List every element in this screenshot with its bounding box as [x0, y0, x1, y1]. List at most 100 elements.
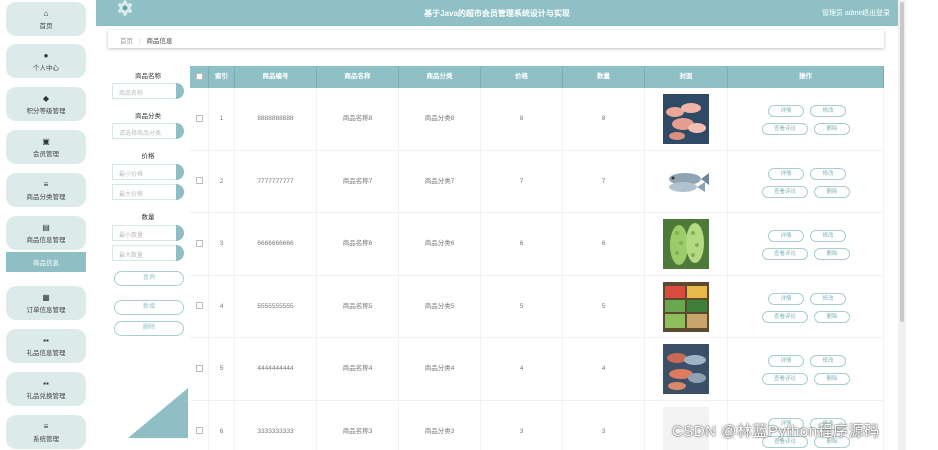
row-checkbox-cell[interactable]	[190, 150, 209, 213]
detail-button[interactable]: 详情	[768, 105, 804, 117]
row-checkbox[interactable]	[195, 239, 203, 247]
edit-button[interactable]: 修改	[810, 292, 846, 305]
system-icon: ≡	[43, 421, 49, 431]
breadcrumb-home[interactable]: 首页	[120, 38, 133, 45]
edit-button[interactable]: 修改	[810, 230, 846, 242]
edit-button[interactable]: 修改	[810, 355, 846, 367]
cell-name: 商品名称6	[317, 213, 399, 275]
cell-cover	[645, 338, 728, 400]
sidebar-item-7[interactable]: ▪▪ 礼品信息管理	[6, 329, 86, 363]
row-checkbox-cell[interactable]	[190, 213, 209, 275]
cell-index: 4	[209, 275, 235, 338]
page-title: 基于Java的超市会员管理系统设计与实现	[424, 9, 570, 18]
scrollbar-thumb[interactable]	[900, 2, 904, 322]
cell-price: 4	[481, 338, 563, 400]
cell-code: 4444444444	[235, 338, 317, 400]
row-checkbox[interactable]	[195, 302, 203, 310]
max-price-input[interactable]: 最大价格	[112, 184, 184, 200]
query-button[interactable]: 查询	[114, 271, 184, 286]
user-icon: ●	[43, 50, 49, 60]
sidebar-item-3[interactable]: ▣ 会员管理	[6, 130, 86, 164]
cell-code: 6666666666	[235, 213, 317, 275]
logout-link[interactable]: 退出登录	[862, 8, 890, 18]
app-root: ⌂ 首页 ● 个人中心 ◆ 积分等级管理 ▣ 会员管理 ≡ 商品分类管理 ▤ 商品信息管理 ▦ 订单信息管…	[0, 0, 938, 450]
cover-image-shrimp	[663, 94, 709, 144]
cell-qty: 7	[563, 150, 645, 213]
sidebar-item-label: 首页	[39, 22, 53, 30]
category-select[interactable]: 请选择商品分类	[112, 123, 184, 139]
edit-button[interactable]: 修改	[810, 167, 846, 180]
cell-category: 商品分类4	[399, 338, 481, 400]
sidebar-item-8[interactable]: ▪▪ 礼品兑换管理	[6, 372, 86, 406]
row-checkbox[interactable]	[195, 177, 203, 185]
comments-button[interactable]: 查看评论	[762, 185, 808, 198]
row-checkbox-cell[interactable]	[190, 400, 209, 450]
comments-button[interactable]: 查看评论	[762, 373, 808, 385]
cell-price: 3	[481, 400, 563, 450]
column-header: 商品分类	[399, 66, 481, 88]
name-input[interactable]: 商品名称	[112, 83, 184, 99]
sidebar-item-5[interactable]: ▤ 商品信息管理	[6, 216, 86, 250]
max-qty-input[interactable]: 最大数量	[112, 245, 184, 261]
row-checkbox-cell[interactable]	[190, 338, 209, 400]
sidebar: ⌂ 首页 ● 个人中心 ◆ 积分等级管理 ▣ 会员管理 ≡ 商品分类管理 ▤ 商品信息管理 ▦ 订单信息管…	[0, 0, 96, 450]
cover-image-seafood	[663, 344, 709, 394]
sidebar-item-6[interactable]: ▦ 订单信息管理	[6, 286, 86, 320]
row-checkbox[interactable]	[195, 427, 203, 435]
detail-button[interactable]: 详情	[768, 355, 804, 367]
sidebar-item-label: 商品信息管理	[26, 236, 66, 244]
cell-cover	[645, 213, 728, 275]
column-header: 价格	[481, 66, 563, 88]
breadcrumb: 首页 / 商品信息	[108, 30, 884, 48]
cell-category: 商品分类6	[399, 213, 481, 275]
select-all-checkbox[interactable]	[190, 66, 209, 88]
row-checkbox-cell[interactable]	[190, 88, 209, 150]
sidebar-item-label: 礼品信息管理	[26, 349, 66, 357]
sidebar-item-9[interactable]: ≡ 系统管理	[6, 415, 86, 449]
row-checkbox[interactable]	[195, 364, 203, 372]
sidebar-item-4[interactable]: ≡ 商品分类管理	[6, 173, 86, 207]
gift-icon: ▪▪	[43, 335, 49, 345]
qty-label: 数量	[141, 214, 155, 221]
table-row: 4 5555555555 商品名称5 商品分类5 5 5 详情 修改 查看评论 删除	[190, 275, 884, 338]
row-checkbox[interactable]	[195, 114, 203, 122]
detail-button[interactable]: 详情	[768, 230, 804, 242]
table-body: 1 8888888888 商品名称8 商品分类8 8 8 详情 修改 查看评论 删除 2 777777…	[190, 88, 884, 450]
cover-image-vegetables	[663, 281, 709, 332]
cell-qty: 5	[563, 275, 645, 338]
detail-button[interactable]: 详情	[768, 292, 804, 305]
sidebar-sub-goods-info[interactable]: 商品信息	[6, 252, 86, 272]
cell-actions: 详情 修改 查看评论 删除	[728, 150, 884, 213]
sidebar-item-0[interactable]: ⌂ 首页	[6, 2, 86, 36]
name-label: 商品名称	[135, 73, 161, 80]
detail-button[interactable]: 详情	[768, 167, 804, 180]
min-qty-input[interactable]: 最小数量	[112, 225, 184, 241]
delete-button[interactable]: 删除	[814, 123, 850, 135]
checkbox-box[interactable]	[195, 72, 203, 80]
table-row: 3 6666666666 商品名称6 商品分类6 6 6 详情 修改 查看评论 删除	[190, 213, 884, 276]
comments-button[interactable]: 查看评论	[762, 310, 808, 323]
points-icon: ◆	[42, 93, 50, 103]
delete-button[interactable]: 删除	[814, 373, 850, 385]
sidebar-item-2[interactable]: ◆ 积分等级管理	[6, 87, 86, 121]
comments-button[interactable]: 查看评论	[762, 123, 808, 135]
row-checkbox-cell[interactable]	[190, 275, 209, 338]
cell-price: 7	[481, 150, 563, 213]
sidebar-item-1[interactable]: ● 个人中心	[6, 44, 86, 78]
add-button[interactable]: 新增	[114, 300, 184, 315]
top-header: 基于Java的超市会员管理系统设计与实现 管理员 admin 退出登录	[96, 0, 898, 26]
cell-price: 8	[481, 88, 563, 150]
exchange-icon: ▪▪	[43, 378, 49, 388]
page-scrollbar[interactable]	[898, 0, 906, 450]
delete-button[interactable]: 删除	[114, 321, 184, 336]
edit-button[interactable]: 修改	[810, 105, 846, 117]
cell-actions: 详情 修改 查看评论 删除	[728, 88, 884, 150]
sidebar-item-label: 会员管理	[33, 150, 59, 158]
min-price-input[interactable]: 最小价格	[112, 164, 184, 180]
delete-button[interactable]: 删除	[814, 310, 850, 323]
goods-icon: ▤	[42, 222, 50, 232]
delete-button[interactable]: 删除	[814, 248, 850, 260]
delete-button[interactable]: 删除	[814, 185, 850, 198]
comments-button[interactable]: 查看评论	[762, 248, 808, 260]
cell-price: 5	[481, 275, 563, 338]
